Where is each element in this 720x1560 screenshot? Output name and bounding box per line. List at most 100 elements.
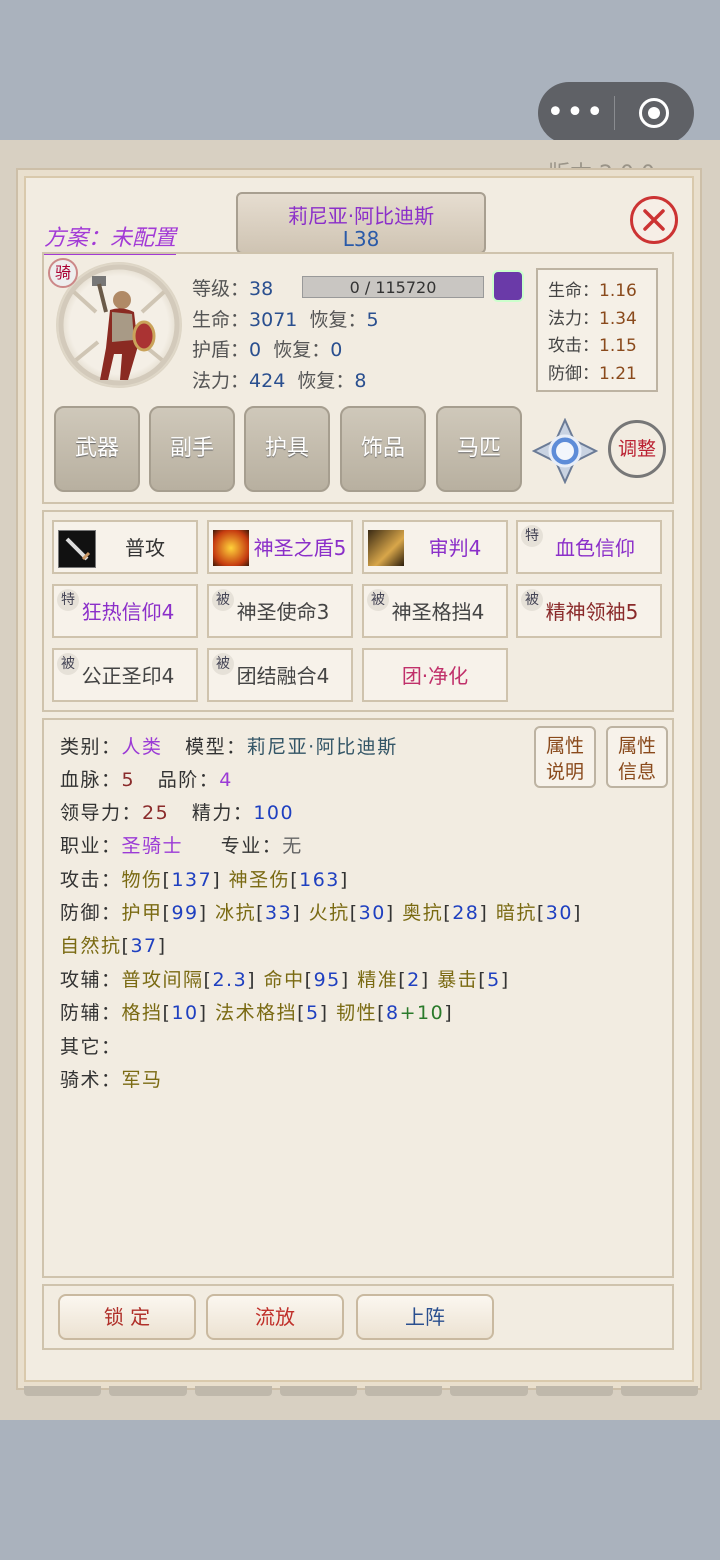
mana-value: 424 [249, 369, 286, 392]
info-riding-row: 骑术：军马 [60, 1065, 163, 1092]
shield-regen-value: 0 [330, 339, 343, 361]
nature-res-value: 37 [130, 935, 158, 957]
growth-value: 1.15 [599, 336, 637, 356]
leadership-label: 领导力： [60, 802, 143, 824]
special-tag: 特 [57, 589, 79, 611]
equip-slot-offhand[interactable]: 副手 [149, 406, 235, 492]
skill-name: 审判4 [428, 536, 482, 560]
attr-explain-line1: 属性 [545, 735, 584, 757]
rune-slot[interactable] [531, 417, 599, 485]
record-icon [639, 98, 669, 128]
phys-dmg-label: 物伤 [121, 869, 163, 891]
skill-slot[interactable]: 特 狂热信仰4 [52, 584, 198, 638]
fire-res-label: 火抗 [308, 902, 350, 924]
phys-dmg-value: 137 [171, 869, 213, 891]
hit-label: 命中 [263, 969, 305, 991]
passive-tag: 被 [521, 589, 543, 611]
skill-name: 团结融合4 [236, 664, 330, 688]
hero-title-plate: 莉尼亚·阿比迪斯 L38 [236, 192, 486, 254]
equip-slot-weapon[interactable]: 武器 [54, 406, 140, 492]
skill-slot[interactable]: 被 神圣使命3 [207, 584, 353, 638]
toughness-base: 8 [386, 1002, 400, 1024]
bottom-tabs-strip [24, 1386, 698, 1396]
skill-slot[interactable]: 被 公正圣印4 [52, 648, 198, 702]
fire-res-value: 30 [358, 902, 386, 924]
toughness-plus: + [399, 1002, 418, 1024]
info-class-row: 职业：圣骑士 专业：无 [60, 831, 303, 858]
growth-label: 生命： [548, 281, 599, 301]
attr-explain-line2: 说明 [545, 761, 584, 783]
equip-slot-accessory[interactable]: 饰品 [340, 406, 426, 492]
model-value: 莉尼亚·阿比迪斯 [246, 736, 398, 758]
info-bloodline-row: 血脉：5 品阶：4 [60, 765, 233, 792]
ice-res-value: 33 [265, 902, 293, 924]
growth-value: 1.16 [599, 281, 637, 301]
class-label: 职业： [60, 835, 122, 857]
skill-slot[interactable]: 被 神圣格挡4 [362, 584, 508, 638]
close-miniprogram-button[interactable] [615, 98, 693, 128]
equip-slot-armor[interactable]: 护具 [244, 406, 330, 492]
interval-value: 2.3 [212, 969, 248, 991]
skill-slot[interactable]: 审判4 [362, 520, 508, 574]
dark-res-label: 暗抗 [495, 902, 537, 924]
scheme-link[interactable]: 方案：未配置 [44, 220, 177, 255]
hero-level: L38 [342, 227, 380, 251]
passive-tag: 被 [212, 589, 234, 611]
profession-label: 专业： [220, 835, 283, 857]
lock-button[interactable]: 锁 定 [58, 1294, 196, 1340]
skill-name: 公正圣印4 [81, 664, 175, 688]
close-button[interactable] [630, 196, 678, 244]
skill-slot[interactable]: 特 血色信仰 [516, 520, 662, 574]
skill-name: 团·净化 [401, 664, 469, 688]
other-label: 其它： [60, 1036, 122, 1058]
exp-potion-icon[interactable] [492, 270, 524, 302]
toughness-bonus: 10 [417, 1002, 445, 1024]
close-icon [643, 209, 665, 231]
energy-value: 100 [253, 802, 295, 824]
attack-label: 攻击： [60, 869, 122, 891]
dark-res-value: 30 [545, 902, 573, 924]
nature-res-label: 自然抗 [60, 935, 122, 957]
hp-regen-label: 恢复： [309, 308, 367, 331]
block-label: 格挡 [121, 1002, 163, 1024]
skill-slot[interactable]: 普攻 [52, 520, 198, 574]
equip-slot-horse[interactable]: 马匹 [436, 406, 522, 492]
holy-dmg-value: 163 [299, 869, 340, 891]
info-attack-row: 攻击：物伤[137] 神圣伤[163] [60, 869, 349, 891]
sword-icon [58, 530, 96, 568]
info-other-row: 其它： [60, 1032, 122, 1059]
holy-shield-icon [213, 530, 249, 566]
skill-name: 神圣使命3 [236, 600, 330, 624]
attr-explain-button[interactable]: 属性 说明 [534, 726, 596, 788]
judgement-hammer-icon [368, 530, 404, 566]
growth-value: 1.34 [599, 308, 637, 329]
skill-slot[interactable]: 被 精神领袖5 [516, 584, 662, 638]
armor-value: 99 [171, 902, 199, 924]
model-label: 模型： [185, 736, 247, 758]
growth-label: 防御： [548, 363, 599, 384]
attr-info-line1: 属性 [617, 735, 656, 757]
skill-slot[interactable]: 团·净化 [362, 648, 508, 702]
passive-tag: 被 [57, 653, 79, 675]
attr-info-button[interactable]: 属性 信息 [606, 726, 668, 788]
info-nature-row: 自然抗[37] [60, 935, 167, 957]
more-button[interactable]: ••• [538, 82, 614, 144]
holy-dmg-label: 神圣伤 [228, 869, 291, 891]
crit-value: 5 [487, 969, 501, 991]
shield-regen-label: 恢复： [273, 339, 331, 361]
growth-box: 生命：1.16 法力：1.34 攻击：1.15 防御：1.21 [536, 268, 658, 392]
hp-label: 生命： [192, 308, 250, 331]
deploy-button[interactable]: 上阵 [356, 1294, 494, 1340]
skill-slot[interactable]: 被 团结融合4 [207, 648, 353, 702]
class-value: 圣骑士 [121, 835, 184, 857]
rune-star-icon [531, 417, 599, 485]
growth-value: 1.21 [599, 363, 637, 384]
exile-button[interactable]: 流放 [206, 1294, 344, 1340]
leadership-value: 25 [142, 802, 170, 824]
skill-name: 精神领袖5 [545, 600, 639, 624]
skill-slot[interactable]: 神圣之盾5 [207, 520, 353, 574]
category-value: 人类 [121, 736, 163, 758]
adjust-button[interactable]: 调整 [608, 420, 666, 478]
hp-regen-value: 5 [366, 308, 379, 331]
profession-value: 无 [282, 835, 303, 857]
